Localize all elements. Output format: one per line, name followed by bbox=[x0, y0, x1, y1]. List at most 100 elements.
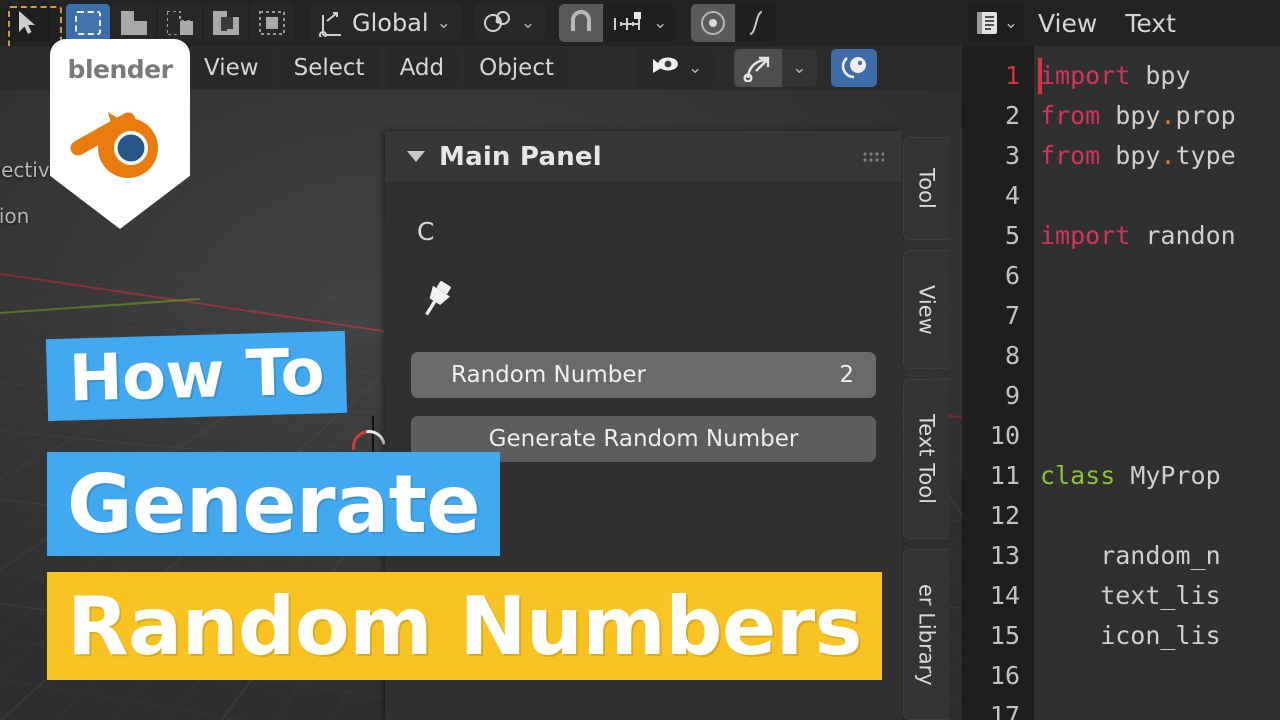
code-line[interactable] bbox=[1034, 256, 1280, 296]
proportional-edit-icon[interactable] bbox=[691, 4, 736, 42]
title-line-2: Generate bbox=[47, 452, 501, 556]
code-line[interactable]: import randon bbox=[1034, 216, 1280, 256]
select-tool-group bbox=[0, 4, 296, 52]
select-intersect-icon[interactable] bbox=[204, 4, 248, 42]
code-token: prop bbox=[1175, 101, 1236, 130]
line-number-gutter: 1 2 3 4 5 6 7 8 9 10 11 12 13 14 15 16 17 bbox=[962, 46, 1034, 720]
gizmo-dropdown[interactable]: ⌄ bbox=[782, 49, 817, 87]
line-number: 17 bbox=[989, 701, 1020, 720]
select-subtract-icon[interactable] bbox=[158, 4, 202, 42]
page-title: Main Panel bbox=[439, 141, 602, 172]
title-line-1: How To bbox=[45, 330, 348, 422]
select-extend-glyph bbox=[121, 11, 147, 35]
gizmo-toggle[interactable] bbox=[734, 49, 783, 87]
code-line[interactable] bbox=[1034, 296, 1280, 336]
text-editor-header[interactable]: ⌄ View Text bbox=[962, 0, 1280, 46]
code-line[interactable]: class MyProp bbox=[1034, 456, 1280, 496]
chevron-down-icon: ⌄ bbox=[1003, 12, 1019, 33]
sidebar-item-view[interactable]: View bbox=[903, 250, 949, 369]
code-line[interactable] bbox=[1034, 336, 1280, 376]
drag-grip-icon[interactable] bbox=[862, 151, 884, 162]
transform-orientation-value: Global bbox=[352, 9, 429, 37]
code-line[interactable]: from bpy.prop bbox=[1034, 96, 1280, 136]
overlays-toggle[interactable] bbox=[830, 49, 877, 87]
code-area[interactable]: import bpy from bpy.prop from bpy.type imp… bbox=[1034, 46, 1280, 720]
menu-view[interactable]: View bbox=[190, 49, 273, 87]
transform-orientation-dropdown[interactable]: Global ⌄ bbox=[310, 4, 461, 42]
code-line[interactable] bbox=[1034, 496, 1280, 536]
menu-add[interactable]: Add bbox=[385, 49, 459, 87]
select-box-icon[interactable] bbox=[66, 4, 110, 42]
chevron-down-icon: ⌄ bbox=[688, 57, 703, 78]
code-line[interactable]: random_n bbox=[1034, 536, 1280, 576]
code-token: bpy bbox=[1130, 61, 1191, 90]
code-line[interactable] bbox=[1034, 376, 1280, 416]
chevron-down-icon: ⌄ bbox=[653, 12, 668, 33]
sidebar-item-library[interactable]: er Library bbox=[903, 548, 949, 720]
code-line[interactable]: icon_lis bbox=[1034, 616, 1280, 656]
text-editor-body[interactable]: 1 2 3 4 5 6 7 8 9 10 11 12 13 14 15 16 17 import bpy from… bbox=[962, 46, 1280, 720]
viewport-collection-label: ction bbox=[0, 204, 30, 228]
chevron-down-icon: ⌄ bbox=[436, 12, 451, 33]
code-token: text_lis bbox=[1040, 581, 1221, 610]
text-editor-icon bbox=[976, 12, 997, 34]
line-number: 9 bbox=[1004, 381, 1020, 410]
line-number: 4 bbox=[1004, 181, 1020, 210]
code-line[interactable] bbox=[1034, 416, 1280, 456]
random-number-label: Random Number bbox=[451, 362, 646, 388]
random-number-value: 2 bbox=[839, 362, 854, 388]
random-number-field[interactable]: Random Number 2 bbox=[411, 352, 876, 398]
editor-menu-view[interactable]: View bbox=[1038, 9, 1097, 38]
magnet-glyph bbox=[571, 10, 592, 31]
pivot-point-dropdown[interactable]: ⌄ bbox=[474, 4, 546, 42]
pivot-point-icon bbox=[483, 11, 510, 32]
overlays-icon bbox=[841, 56, 866, 79]
select-subtract-glyph bbox=[167, 11, 193, 35]
code-token: import bbox=[1040, 221, 1131, 250]
editor-menu-text[interactable]: Text bbox=[1125, 9, 1176, 38]
visibility-dropdown[interactable]: ⌄ bbox=[637, 49, 715, 87]
line-number: 11 bbox=[989, 461, 1020, 490]
pin-icon[interactable] bbox=[413, 276, 459, 322]
select-extend-icon[interactable] bbox=[112, 4, 156, 42]
line-number: 3 bbox=[1004, 141, 1020, 170]
code-line[interactable] bbox=[1034, 656, 1280, 696]
code-token: MyProp bbox=[1115, 461, 1221, 490]
select-box-glyph bbox=[75, 11, 101, 35]
line-number: 7 bbox=[1004, 301, 1020, 330]
code-line[interactable]: text_lis bbox=[1034, 576, 1280, 616]
sidebar-tab-strip: Tool View Text Tool er Library bbox=[903, 131, 953, 720]
code-token: randon bbox=[1130, 221, 1236, 250]
editor-type-dropdown[interactable]: ⌄ bbox=[968, 3, 1024, 43]
line-number: 5 bbox=[1004, 221, 1020, 250]
snap-magnet-icon[interactable] bbox=[559, 4, 604, 42]
line-number: 2 bbox=[1004, 101, 1020, 130]
proportional-falloff-icon[interactable] bbox=[737, 4, 776, 42]
select-difference-icon[interactable] bbox=[250, 4, 294, 42]
select-difference-glyph bbox=[259, 11, 285, 35]
code-token: from bbox=[1040, 141, 1101, 170]
code-line[interactable]: import bpy bbox=[1034, 56, 1280, 96]
title-line-3: Random Numbers bbox=[47, 572, 882, 680]
snap-increment-dropdown[interactable]: ⌄ bbox=[605, 4, 676, 42]
falloff-curve-glyph bbox=[749, 11, 763, 35]
text-editor[interactable]: ⌄ View Text 1 2 3 4 5 6 7 8 9 10 11 12 13 14 15 16 17 im… bbox=[962, 0, 1280, 720]
triangle-down-icon[interactable] bbox=[407, 151, 425, 162]
visibility-eye-icon bbox=[653, 57, 679, 73]
line-number: 14 bbox=[989, 581, 1020, 610]
code-token: bpy bbox=[1100, 141, 1161, 170]
sidebar-item-text-tool[interactable]: Text Tool bbox=[903, 378, 949, 539]
code-line[interactable] bbox=[1034, 696, 1280, 720]
menu-object[interactable]: Object bbox=[465, 49, 569, 87]
sidebar-item-tool[interactable]: Tool bbox=[903, 137, 949, 241]
menu-select[interactable]: Select bbox=[279, 49, 379, 87]
code-token: . bbox=[1160, 141, 1176, 170]
code-line[interactable] bbox=[1034, 176, 1280, 216]
code-token: import bbox=[1040, 61, 1131, 90]
code-token: bpy bbox=[1100, 101, 1161, 130]
code-token: . bbox=[1160, 101, 1176, 130]
main-panel-header[interactable]: Main Panel bbox=[385, 131, 902, 183]
code-line[interactable]: from bpy.type bbox=[1034, 136, 1280, 176]
text-cursor bbox=[1038, 58, 1042, 94]
main-panel-body: C Random Number 2 Generate Random Number bbox=[385, 183, 902, 462]
